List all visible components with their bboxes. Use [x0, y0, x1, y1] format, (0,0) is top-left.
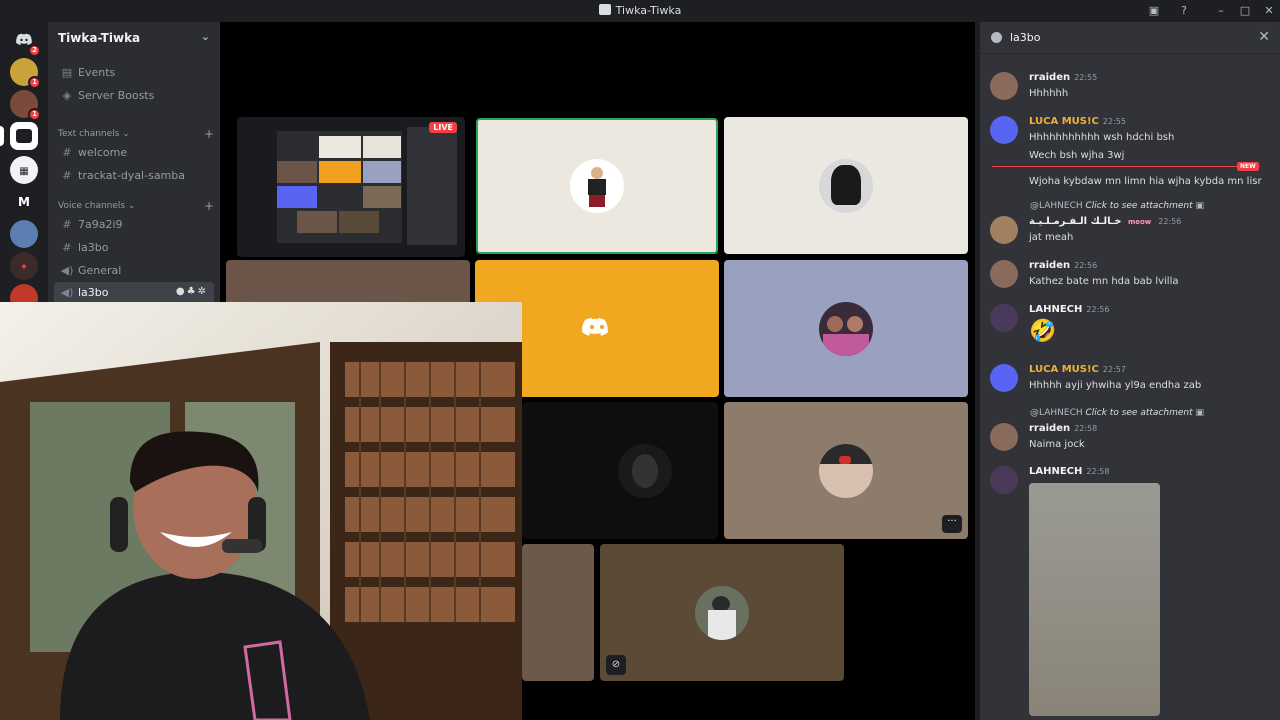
voice-chat-panel: la3bo ✕ rraiden 22:55 Hhhhhh LUCA MUS!C 22… [980, 22, 1280, 720]
user-avatar[interactable] [990, 72, 1018, 100]
category-text-channels[interactable]: Text channels ⌄ + [58, 127, 214, 141]
muted-mic-icon: ⊘ [606, 655, 626, 675]
participant-avatar [618, 443, 673, 498]
channel-7a9a2i9[interactable]: #7a9a2i9 [54, 214, 214, 236]
participant-tile[interactable]: ⊘ [600, 544, 844, 681]
user-avatar[interactable] [990, 304, 1018, 332]
server-button[interactable]: 1 [10, 58, 41, 89]
chat-message-continued: Wjoha kybdaw mn limn hia wjha kybda mn l… [1029, 176, 1262, 187]
discord-bot-avatar[interactable] [990, 364, 1018, 392]
screen-share-chat-preview [407, 127, 457, 245]
selected-server-indicator [0, 126, 4, 146]
participant-tile[interactable] [724, 117, 968, 254]
server-avatar-tiwka[interactable] [10, 122, 38, 150]
calendar-icon: ▤ [61, 66, 73, 79]
chat-message: rraiden 22:56 Kathez bate mn hda bab lvil… [990, 260, 1275, 288]
minimize-button[interactable]: – [1213, 3, 1229, 19]
chat-message: خـالـك الـفـرمـلـيـة meow 22:56 jat meah [990, 216, 1275, 244]
participant-tile[interactable]: ··· [724, 402, 968, 539]
webcam-frame [0, 302, 522, 720]
participant-tile-speaking[interactable] [476, 118, 718, 254]
reply-preview[interactable]: @LAHNECH Click to see attachment ▣ [1030, 408, 1204, 418]
server-avatar-m[interactable]: M [10, 188, 38, 216]
add-channel-icon[interactable]: + [204, 127, 214, 141]
chat-message: rraiden 22:55 Hhhhhh [990, 72, 1275, 100]
channel-general[interactable]: ◀) General [54, 260, 214, 282]
chevron-down-icon: ⌄ [200, 30, 210, 43]
close-icon[interactable]: ✕ [1258, 29, 1270, 45]
chat-bubble-icon [991, 32, 1002, 43]
direct-messages-button[interactable]: 2 [10, 26, 41, 57]
chat-message: LUCA MUS!C 22:55 Hhhhhhhhhhh wsh hdchi bs… [990, 116, 1275, 162]
new-messages-badge: NEW [1237, 162, 1259, 171]
participant-tile[interactable] [724, 260, 968, 397]
server-avatar[interactable]: ✦ [10, 252, 38, 280]
discord-logo-icon [580, 316, 614, 346]
channel-welcome[interactable]: # welcome [54, 142, 214, 164]
webcam-video [0, 302, 522, 720]
guild-header[interactable]: Tiwka-Tiwka ⌄ [48, 22, 220, 54]
events-item[interactable]: ▤ Events [54, 62, 214, 84]
hash-icon: # [62, 241, 72, 254]
server-avatar[interactable] [10, 220, 38, 248]
image-attachment[interactable] [1029, 483, 1160, 716]
hash-icon: # [62, 169, 72, 182]
participant-avatar [695, 585, 749, 640]
participant-tile[interactable] [522, 544, 594, 681]
hash-icon: # [62, 218, 72, 231]
participant-avatar [819, 158, 873, 213]
server-avatar[interactable]: ▦ [10, 156, 38, 184]
reply-preview[interactable]: @LAHNECH Click to see attachment ▣ [1030, 201, 1204, 211]
channel-actions[interactable]: ●♣✲ [176, 286, 208, 297]
server-icon [598, 4, 611, 15]
screen-share-preview [277, 131, 402, 243]
server-boosts-item[interactable]: ◈ Server Boosts [54, 85, 214, 107]
participant-avatar [570, 159, 624, 213]
chat-message: LAHNECH 22:58 [990, 466, 1275, 716]
boost-icon: ◈ [62, 89, 72, 102]
close-window-button[interactable]: ✕ [1261, 3, 1277, 19]
participant-avatar [819, 443, 873, 498]
maximize-button[interactable]: □ [1237, 3, 1253, 19]
chat-header: la3bo ✕ [980, 22, 1280, 54]
user-avatar[interactable] [990, 260, 1018, 288]
participant-tile[interactable] [522, 402, 718, 539]
more-options-icon[interactable]: ··· [942, 515, 962, 533]
role-tag: meow [1124, 218, 1155, 226]
user-avatar[interactable] [990, 216, 1018, 244]
discord-bot-avatar[interactable] [990, 116, 1018, 144]
inbox-icon[interactable]: ▣ [1146, 3, 1162, 19]
hash-icon: # [62, 146, 72, 159]
title-bar: Tiwka-Tiwka ▣ ? – □ ✕ [0, 0, 1280, 22]
live-badge: LIVE [429, 122, 457, 133]
screen-share-tile[interactable]: LIVE [237, 117, 465, 257]
emoji: 🤣 [1029, 319, 1057, 344]
chat-message: LUCA MUS!C 22:57 Hhhhh ayji yhwiha yl9a e… [990, 364, 1275, 392]
channel-la3bo-text[interactable]: # la3bo [54, 237, 214, 259]
server-button[interactable]: 1 [10, 90, 41, 121]
speaker-icon: ◀) [60, 286, 74, 299]
speaker-icon: ◀) [60, 264, 74, 277]
channel-trackat-dyal-samba[interactable]: # trackat-dyal-samba [54, 165, 214, 187]
add-channel-icon[interactable]: + [204, 199, 214, 213]
chat-message: LAHNECH 22:56 🤣 [990, 304, 1275, 345]
category-voice-channels[interactable]: Voice channels ⌄ + [58, 199, 214, 213]
channel-la3bo-voice[interactable]: ◀) la3bo ●♣✲ [54, 282, 214, 304]
user-avatar[interactable] [990, 423, 1018, 451]
user-avatar[interactable] [990, 466, 1018, 494]
chat-message: rraiden 22:58 Naima jock [990, 423, 1275, 451]
window-title: Tiwka-Tiwka [0, 4, 1280, 17]
participant-avatar [819, 301, 873, 356]
new-messages-divider [992, 166, 1260, 167]
help-icon[interactable]: ? [1176, 3, 1192, 19]
